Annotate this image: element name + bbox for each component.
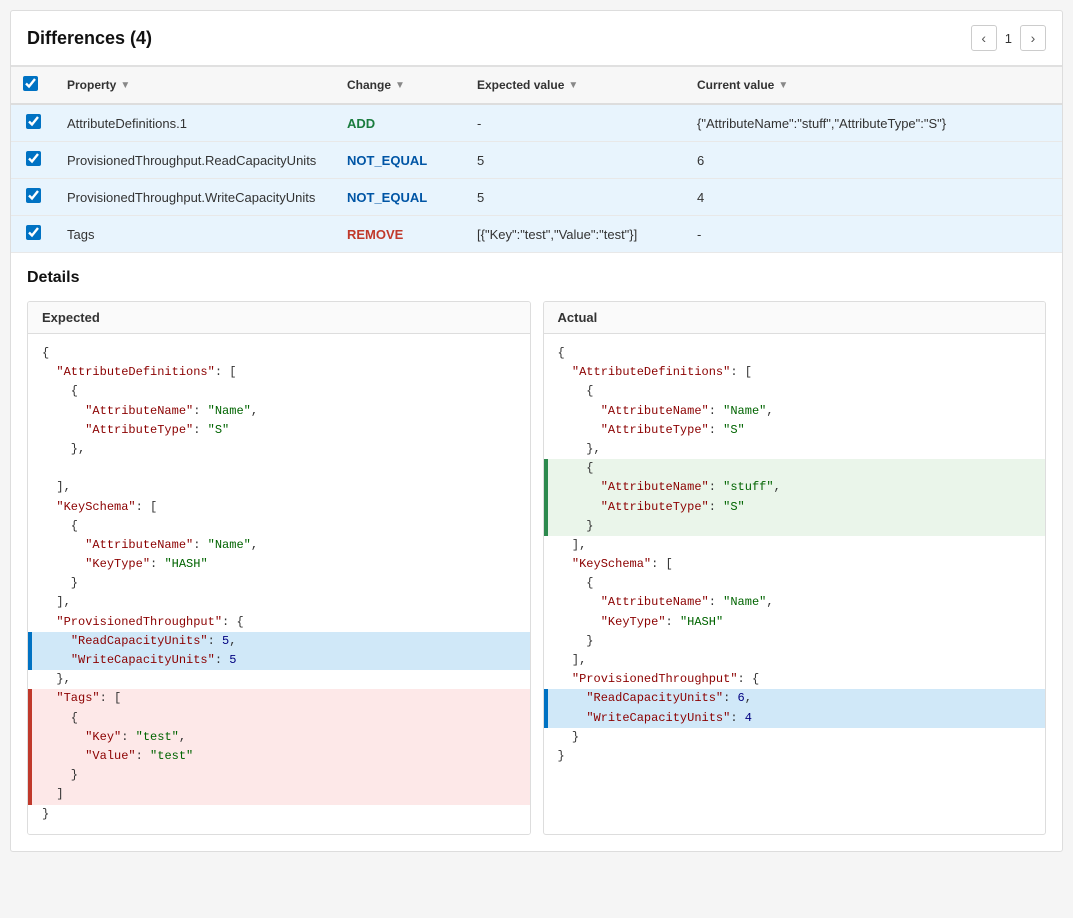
row-expected-value: [{"Key":"test","Value":"test"}] [465, 216, 685, 253]
prev-page-button[interactable]: ‹ [971, 25, 997, 51]
header: Differences (4) ‹ 1 › [11, 11, 1062, 66]
expected-panel-body: { "AttributeDefinitions": [ { "Attribute… [28, 334, 530, 834]
expected-panel-header: Expected [28, 302, 530, 334]
row-change: NOT_EQUAL [335, 142, 465, 179]
row-property: ProvisionedThroughput.WriteCapacityUnits [55, 179, 335, 216]
main-container: Differences (4) ‹ 1 › Property ▼ [10, 10, 1063, 852]
change-badge: REMOVE [347, 227, 403, 242]
row-change: REMOVE [335, 216, 465, 253]
expected-panel: Expected { "AttributeDefinitions": [ { "… [27, 301, 531, 835]
row-checkbox[interactable] [26, 188, 41, 203]
sort-current-icon[interactable]: ▼ [778, 80, 788, 91]
row-expected-value: 5 [465, 142, 685, 179]
col-header-change: Change ▼ [335, 67, 465, 105]
col-header-property: Property ▼ [55, 67, 335, 105]
row-expected-value: 5 [465, 179, 685, 216]
page-title: Differences (4) [27, 28, 152, 49]
row-change: ADD [335, 104, 465, 142]
table-row: AttributeDefinitions.1 ADD - {"Attribute… [11, 104, 1062, 142]
actual-panel: Actual { "AttributeDefinitions": [ { "At… [543, 301, 1047, 835]
col-header-check [11, 67, 55, 105]
row-property: AttributeDefinitions.1 [55, 104, 335, 142]
sort-expected-icon[interactable]: ▼ [568, 80, 578, 91]
select-all-checkbox[interactable] [23, 76, 38, 91]
row-checkbox-cell [11, 179, 55, 216]
chevron-right-icon: › [1031, 30, 1036, 46]
change-badge: NOT_EQUAL [347, 190, 427, 205]
row-checkbox-cell [11, 142, 55, 179]
row-current-value: {"AttributeName":"stuff","AttributeType"… [685, 104, 1062, 142]
row-property: ProvisionedThroughput.ReadCapacityUnits [55, 142, 335, 179]
table-row: ProvisionedThroughput.WriteCapacityUnits… [11, 179, 1062, 216]
actual-panel-body: { "AttributeDefinitions": [ { "Attribute… [544, 334, 1046, 776]
page-number: 1 [1005, 31, 1012, 46]
change-badge: NOT_EQUAL [347, 153, 427, 168]
row-checkbox[interactable] [26, 151, 41, 166]
differences-table: Property ▼ Change ▼ Expected value ▼ [11, 66, 1062, 253]
details-panels: Expected { "AttributeDefinitions": [ { "… [27, 301, 1046, 835]
col-header-current: Current value ▼ [685, 67, 1062, 105]
chevron-left-icon: ‹ [981, 30, 986, 46]
actual-panel-header: Actual [544, 302, 1046, 334]
row-property: Tags [55, 216, 335, 253]
details-section: Details Expected { "AttributeDefinitions… [11, 253, 1062, 851]
pagination: ‹ 1 › [971, 25, 1046, 51]
row-current-value: 4 [685, 179, 1062, 216]
row-change: NOT_EQUAL [335, 179, 465, 216]
table-row: Tags REMOVE [{"Key":"test","Value":"test… [11, 216, 1062, 253]
sort-change-icon[interactable]: ▼ [395, 80, 405, 91]
details-title: Details [27, 269, 1046, 287]
row-checkbox-cell [11, 104, 55, 142]
row-checkbox[interactable] [26, 114, 41, 129]
row-expected-value: - [465, 104, 685, 142]
col-header-expected: Expected value ▼ [465, 67, 685, 105]
row-checkbox-cell [11, 216, 55, 253]
sort-property-icon[interactable]: ▼ [120, 80, 130, 91]
next-page-button[interactable]: › [1020, 25, 1046, 51]
change-badge: ADD [347, 116, 375, 131]
row-checkbox[interactable] [26, 225, 41, 240]
row-current-value: - [685, 216, 1062, 253]
table-row: ProvisionedThroughput.ReadCapacityUnits … [11, 142, 1062, 179]
row-current-value: 6 [685, 142, 1062, 179]
